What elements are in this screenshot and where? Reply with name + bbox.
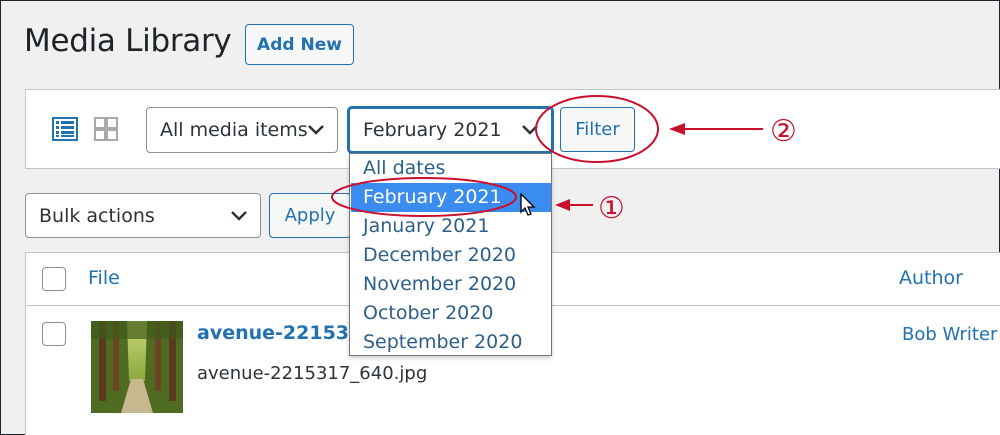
grid-view-icon[interactable] bbox=[93, 116, 119, 142]
column-header-file[interactable]: File bbox=[88, 267, 120, 289]
page-title: Media Library bbox=[24, 23, 232, 59]
date-option[interactable]: September 2020 bbox=[351, 328, 551, 357]
date-select-value: February 2021 bbox=[363, 119, 502, 141]
chevron-down-icon bbox=[522, 125, 538, 135]
chevron-down-icon bbox=[231, 210, 247, 221]
date-select[interactable]: February 2021 bbox=[348, 107, 553, 153]
date-option[interactable]: November 2020 bbox=[351, 270, 551, 299]
date-option[interactable]: All dates bbox=[351, 154, 551, 183]
add-new-button[interactable]: Add New bbox=[245, 24, 354, 65]
date-option[interactable]: December 2020 bbox=[351, 241, 551, 270]
arrowhead-1 bbox=[555, 199, 570, 211]
date-option[interactable]: October 2020 bbox=[351, 299, 551, 328]
annotation-step-1: ① bbox=[598, 191, 625, 226]
media-filename: avenue-2215317_640.jpg bbox=[197, 363, 428, 384]
date-select-dropdown: All dates February 2021 January 2021 Dec… bbox=[349, 153, 552, 356]
author-link[interactable]: Bob Writer bbox=[902, 324, 997, 345]
mouse-cursor-icon bbox=[520, 192, 538, 219]
bulk-actions-value: Bulk actions bbox=[39, 204, 155, 227]
bulk-actions-select[interactable]: Bulk actions bbox=[25, 193, 261, 238]
media-type-select-value: All media items bbox=[160, 119, 308, 141]
chevron-down-icon bbox=[308, 125, 324, 135]
apply-button[interactable]: Apply bbox=[269, 193, 351, 238]
select-all-checkbox[interactable] bbox=[42, 267, 66, 291]
column-header-author[interactable]: Author bbox=[899, 267, 963, 289]
filter-button[interactable]: Filter bbox=[560, 107, 635, 152]
media-type-select[interactable]: All media items bbox=[146, 107, 338, 153]
list-view-icon[interactable] bbox=[52, 116, 78, 142]
media-thumbnail[interactable] bbox=[91, 321, 183, 413]
row-checkbox[interactable] bbox=[42, 322, 66, 346]
